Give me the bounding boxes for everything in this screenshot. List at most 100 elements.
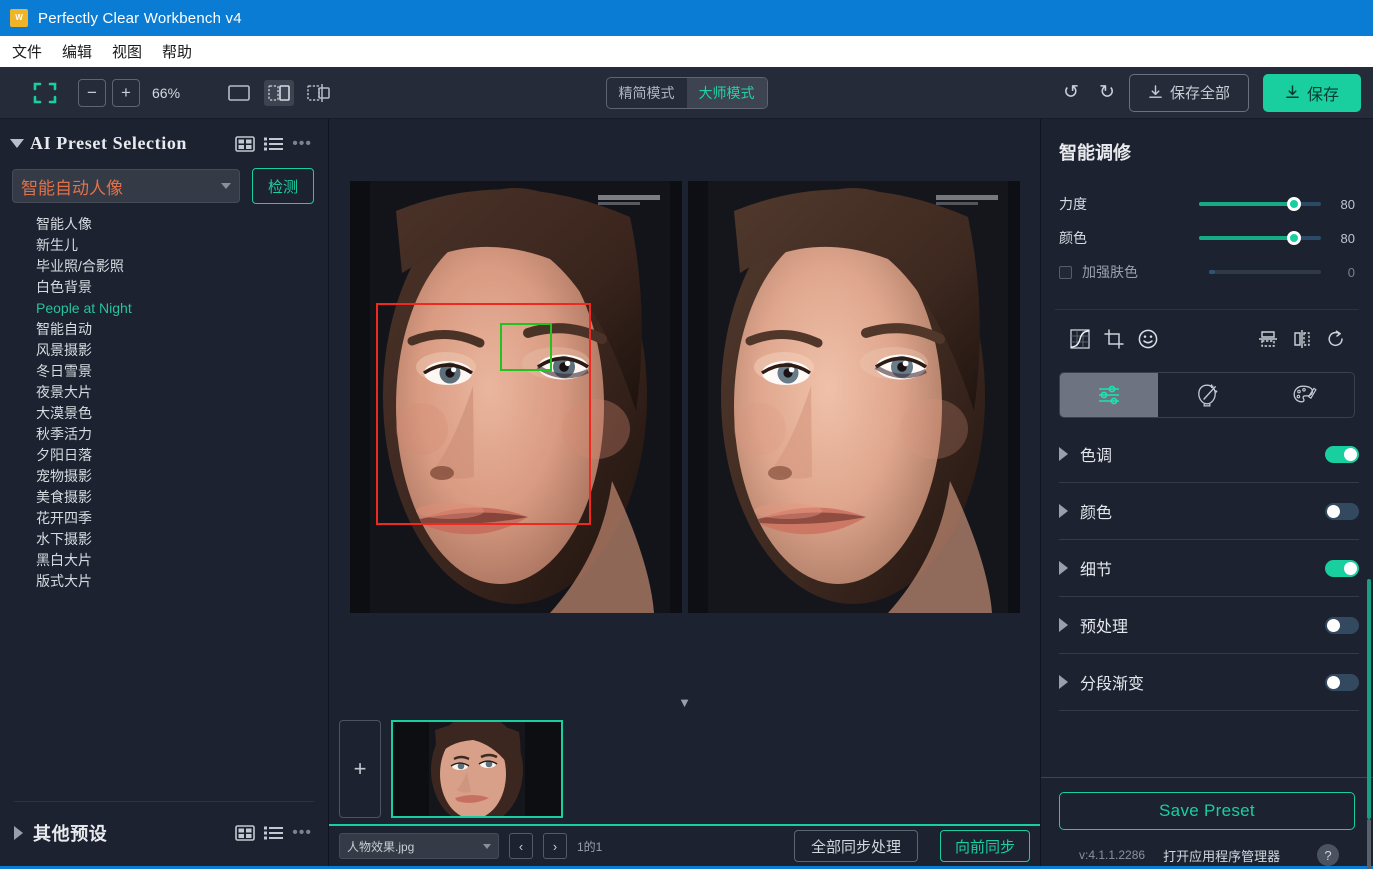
add-image-button[interactable]: +: [339, 720, 381, 818]
list-item[interactable]: 水下摄影: [36, 529, 328, 550]
flip-horizontal-icon[interactable]: [1285, 324, 1319, 354]
section-toggle[interactable]: [1325, 559, 1359, 577]
detect-button[interactable]: 检测: [252, 168, 314, 204]
section-toggle[interactable]: [1325, 673, 1359, 691]
redo-icon[interactable]: ↻: [1099, 83, 1115, 102]
fit-screen-icon[interactable]: [32, 80, 58, 106]
expand-triangle-icon[interactable]: [1059, 561, 1068, 575]
processed-image-pane[interactable]: [687, 181, 1020, 613]
more-options-icon[interactable]: •••: [292, 135, 312, 152]
preset-dropdown[interactable]: 智能自动人像: [12, 169, 240, 203]
tab-retouch[interactable]: [1158, 373, 1256, 417]
grid-view-icon[interactable]: [235, 135, 255, 152]
original-image-pane[interactable]: [349, 181, 682, 613]
menu-view[interactable]: 视图: [112, 41, 142, 62]
list-view-icon[interactable]: [264, 825, 284, 841]
collapse-triangle-icon[interactable]: [10, 139, 24, 148]
app-manager-link[interactable]: 打开应用程序管理器: [1163, 846, 1280, 865]
menu-file[interactable]: 文件: [12, 41, 42, 62]
zoom-out-button[interactable]: −: [78, 78, 106, 107]
list-item[interactable]: 智能人像: [36, 214, 328, 235]
section-header[interactable]: 颜色: [1059, 483, 1359, 539]
menu-help[interactable]: 帮助: [162, 41, 192, 62]
ai-preset-header: AI Preset Selection •••: [0, 119, 328, 162]
expand-triangle-icon[interactable]: [1059, 504, 1068, 518]
skin-tone-checkbox[interactable]: [1059, 265, 1072, 279]
list-item[interactable]: 新生儿: [36, 235, 328, 256]
section-toggle[interactable]: [1325, 616, 1359, 634]
slider-thumb[interactable]: [1287, 231, 1302, 245]
list-item[interactable]: 智能自动: [36, 319, 328, 340]
list-item[interactable]: 宠物摄影: [36, 466, 328, 487]
section-toggle[interactable]: [1325, 445, 1359, 463]
flip-vertical-icon[interactable]: [1251, 324, 1285, 354]
slider-label: 力度: [1059, 196, 1087, 212]
slider-row: 颜色 80: [1059, 221, 1355, 255]
save-button[interactable]: 保存: [1262, 73, 1361, 112]
filmstrip-toggle-icon[interactable]: ▼: [329, 692, 1040, 714]
sync-all-button[interactable]: 全部同步处理: [793, 830, 918, 862]
tab-color[interactable]: [1256, 373, 1354, 417]
expand-triangle-icon[interactable]: [1059, 618, 1068, 632]
menu-edit[interactable]: 编辑: [62, 41, 92, 62]
save-preset-button[interactable]: Save Preset: [1059, 792, 1355, 830]
more-options-icon[interactable]: •••: [292, 825, 312, 841]
expand-triangle-icon[interactable]: [14, 826, 23, 840]
curves-icon[interactable]: [1063, 324, 1097, 354]
list-item[interactable]: 风景摄影: [36, 340, 328, 361]
section-header[interactable]: 预处理: [1059, 597, 1359, 653]
expand-triangle-icon[interactable]: [1059, 675, 1068, 689]
rotate-icon[interactable]: [1319, 324, 1353, 354]
list-item[interactable]: 版式大片: [36, 571, 328, 592]
crop-icon[interactable]: [1097, 324, 1131, 354]
next-image-button[interactable]: ›: [543, 833, 567, 859]
filmstrip-thumbnail[interactable]: [391, 720, 563, 818]
preset-select-row: 智能自动人像 检测: [0, 162, 328, 208]
section-header[interactable]: 色调: [1059, 426, 1359, 482]
list-item[interactable]: 夜景大片: [36, 382, 328, 403]
list-item[interactable]: 夕阳日落: [36, 445, 328, 466]
zoom-in-button[interactable]: +: [112, 78, 140, 107]
prev-image-button[interactable]: ‹: [509, 833, 533, 859]
scrollbar-thumb[interactable]: [1367, 579, 1371, 819]
right-panel-scrollbar[interactable]: [1367, 579, 1371, 869]
list-item[interactable]: 黑白大片: [36, 550, 328, 571]
face-detection-box[interactable]: [375, 303, 591, 525]
list-item[interactable]: 花开四季: [36, 508, 328, 529]
single-view-icon[interactable]: [224, 80, 254, 106]
file-dropdown[interactable]: 人物效果.jpg: [339, 833, 499, 859]
zoom-level-label: 66%: [152, 84, 181, 101]
help-icon[interactable]: ?: [1317, 844, 1339, 866]
other-presets-header[interactable]: 其他预设 •••: [0, 802, 328, 866]
grid-view-icon[interactable]: [235, 825, 255, 841]
chevron-down-icon: [221, 183, 231, 189]
list-item[interactable]: 冬日雪景: [36, 361, 328, 382]
list-item[interactable]: 大漠景色: [36, 403, 328, 424]
strength-slider[interactable]: [1199, 197, 1321, 211]
scrollbar-track[interactable]: [1367, 819, 1371, 869]
list-item[interactable]: 美食摄影: [36, 487, 328, 508]
mode-master[interactable]: 大师模式: [686, 77, 767, 108]
eye-detection-box[interactable]: [499, 323, 552, 371]
mode-simple[interactable]: 精简模式: [607, 78, 687, 108]
list-item[interactable]: 秋季活力: [36, 424, 328, 445]
section-toggle[interactable]: [1325, 502, 1359, 520]
list-view-icon[interactable]: [264, 136, 284, 152]
expand-triangle-icon[interactable]: [1059, 447, 1068, 461]
color-slider[interactable]: [1199, 231, 1321, 245]
list-item[interactable]: 白色背景: [36, 277, 328, 298]
tab-adjustments[interactable]: [1060, 373, 1158, 417]
section-header[interactable]: 分段渐变: [1059, 654, 1359, 710]
list-item[interactable]: 毕业照/合影照: [36, 256, 328, 277]
split-view-icon[interactable]: [264, 79, 294, 106]
face-smile-icon[interactable]: [1131, 324, 1165, 354]
skin-tone-slider[interactable]: [1209, 270, 1321, 274]
save-all-button[interactable]: 保存全部: [1128, 73, 1249, 112]
section-header[interactable]: 细节: [1059, 540, 1359, 596]
compare-view-icon[interactable]: [304, 80, 334, 106]
list-item[interactable]: People at Night: [36, 298, 328, 319]
sync-forward-button[interactable]: 向前同步: [939, 830, 1030, 862]
undo-icon[interactable]: ↺: [1063, 83, 1079, 102]
slider-thumb[interactable]: [1287, 197, 1302, 211]
main-toolbar: − + 66% 精简模式 大师模式 ↺ ↻ 保存全部 保存: [0, 67, 1373, 119]
